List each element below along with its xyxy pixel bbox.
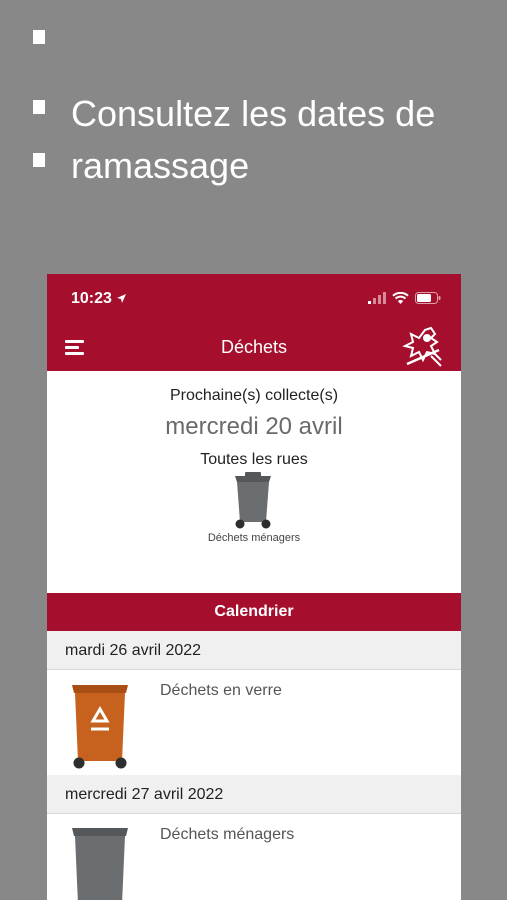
next-collection-date: mercredi 20 avril — [165, 413, 343, 440]
next-collection-bin-label: Déchets ménagers — [207, 532, 301, 544]
household-waste-bin-icon — [235, 472, 271, 529]
promo-bullet-1 — [33, 100, 45, 114]
phone-screen: 10:23 Déchets Prochaine(s) collecte(s) m… — [47, 274, 461, 900]
status-time: 10:23 — [71, 290, 127, 308]
glass-waste-bin-icon — [72, 685, 128, 769]
calendar-day-header: mercredi 27 avril 2022 — [47, 775, 461, 814]
streets-label: Toutes les rues — [200, 451, 308, 468]
status-icons — [368, 292, 441, 304]
promo-line-2: ramassage — [71, 145, 250, 186]
page-title: Déchets — [220, 337, 288, 357]
promo-line-1: Consultez les dates de — [71, 93, 436, 134]
next-collection-label: Prochaine(s) collecte(s) — [169, 387, 339, 404]
status-time-text: 10:23 — [71, 290, 112, 307]
signal-icon — [368, 292, 386, 304]
location-arrow-icon — [117, 294, 127, 304]
next-collection-panel: Prochaine(s) collecte(s) mercredi 20 avr… — [47, 371, 461, 593]
promo-bullet-empty — [33, 30, 45, 44]
app-header: 10:23 Déchets — [47, 274, 461, 371]
household-waste-bin-icon — [72, 828, 128, 900]
calendar-entry-label[interactable]: Déchets en verre — [160, 682, 282, 700]
calendar-header: Calendrier — [47, 593, 461, 631]
promo-bullet-2 — [33, 153, 45, 167]
app-logo-icon — [402, 326, 442, 367]
wifi-icon — [392, 292, 409, 304]
calendar-entry-label[interactable]: Déchets ménagers — [160, 826, 294, 844]
calendar-day-header: mardi 26 avril 2022 — [47, 631, 461, 670]
battery-icon — [415, 292, 441, 304]
